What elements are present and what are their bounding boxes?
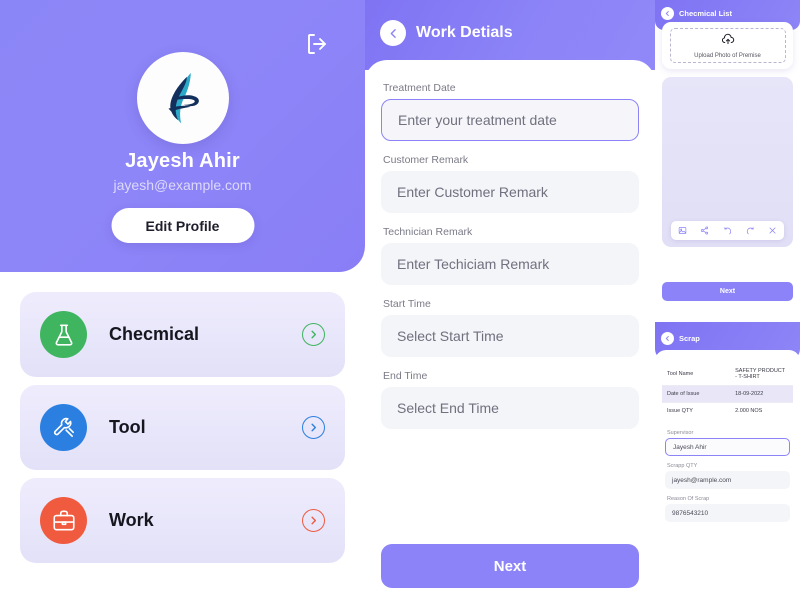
field-label: End Time [383,370,428,382]
menu-item-label: Checmical [109,324,200,344]
wrench-icon [40,404,87,451]
page-title: Jayesh Ahir [125,150,240,172]
arrow-left-icon[interactable] [661,332,674,345]
header-bar: Checmical List [661,7,732,20]
field-start-time: Start Time Select Start Time [381,298,639,357]
chevron-right-icon[interactable] [302,416,325,439]
customer-remark-input[interactable]: Enter Customer Remark [381,171,639,213]
avatar [136,52,229,144]
header-bar: Scrap [661,332,700,345]
field-label: Scrapp QTY [667,463,698,469]
table-cell-key: Date of Issue [662,385,731,403]
brand-logo-avatar-icon [167,72,199,124]
menu-item-label: Tool [109,417,146,437]
close-icon[interactable] [768,222,777,240]
table-cell-value: 2.000 NOS [730,402,793,419]
field-end-time: End Time Select End Time [381,370,639,429]
upload-photo-label: Upload Photo of Premise [694,53,761,59]
logout-icon[interactable] [305,32,329,56]
field-label: Reason Of Scrap [667,496,710,502]
app-root: Jayesh Ahir jayesh@example.com Edit Prof… [0,0,800,600]
upload-photo-dropzone[interactable]: Upload Photo of Premise [669,28,786,63]
field-technician-remark: Technician Remark Enter Techiciam Remark [381,226,639,285]
scrap-info-table: Tool Name SAFETY PRODUCT - T-SHIRT Date … [661,362,794,420]
arrow-left-icon[interactable] [661,7,674,20]
technician-remark-input[interactable]: Enter Techiciam Remark [381,243,639,285]
table-cell-key: Tool Name [667,371,694,377]
profile-screen: Jayesh Ahir jayesh@example.com Edit Prof… [0,0,365,600]
reason-of-scrap-input[interactable]: 9876543210 [665,504,790,522]
field-label: Customer Remark [383,154,469,166]
scrap-form: Supervisor Jayesh Ahir Scrapp QTY jayesh… [661,430,794,522]
menu-item-label: Work [109,510,154,530]
end-time-input[interactable]: Select End Time [381,387,639,429]
work-details-screen: Work Detials Treatment Date Enter your t… [365,0,655,600]
profile-menu-list: Checmical Tool Work [20,292,345,571]
briefcase-icon [40,497,87,544]
scrap-body: Tool Name SAFETY PRODUCT - T-SHIRT Date … [655,350,800,600]
field-label: Technician Remark [383,226,473,238]
menu-item-tool[interactable]: Tool [20,385,345,470]
upload-card: Upload Photo of Premise [662,22,793,69]
scrapp-qty-input[interactable]: jayesh@rample.com [665,471,790,489]
table-row: Issue QTY 2.000 NOS [662,402,793,419]
image-edit-toolbar [671,221,784,240]
table-row: Tool Name SAFETY PRODUCT - T-SHIRT [662,363,793,386]
table-cell-value: 18-09-2022 [730,385,793,403]
menu-item-chemical[interactable]: Checmical [20,292,345,377]
profile-email: jayesh@example.com [113,177,252,193]
field-treatment-date: Treatment Date Enter your treatment date [381,82,639,141]
work-next-button[interactable]: Next [381,544,639,588]
menu-item-work[interactable]: Work [20,478,345,563]
scrap-title: Scrap [679,334,700,343]
profile-header: Jayesh Ahir jayesh@example.com Edit Prof… [0,0,365,272]
arrow-left-icon[interactable] [380,20,406,46]
field-scrapp-qty: Scrapp QTY jayesh@rample.com [665,463,790,489]
right-panel-stack: Checmical List Upload Photo of Premise N… [655,0,800,600]
scrap-screen: Scrap Tool Name SAFETY PRODUCT - T-SHIRT… [655,322,800,600]
supervisor-input[interactable]: Jayesh Ahir [665,438,790,456]
photo-preview-area[interactable] [662,77,793,247]
start-time-input[interactable]: Select Start Time [381,315,639,357]
edit-profile-button[interactable]: Edit Profile [111,208,254,243]
table-row: Date of Issue 18-09-2022 [662,385,793,403]
work-details-form: Treatment Date Enter your treatment date… [365,60,655,600]
field-customer-remark: Customer Remark Enter Customer Remark [381,154,639,213]
chemical-next-button[interactable]: Next [662,282,793,301]
field-supervisor: Supervisor Jayesh Ahir [665,430,790,456]
undo-icon[interactable] [723,222,732,240]
work-details-title: Work Detials [416,24,513,41]
field-label: Treatment Date [383,82,456,94]
image-icon[interactable] [678,222,687,240]
field-label: Supervisor [667,430,694,436]
chemical-list-title: Checmical List [679,9,732,18]
share-icon[interactable] [700,222,709,240]
table-cell-value: SAFETY PRODUCT - T-SHIRT [735,368,786,380]
header-bar: Work Detials [380,20,513,46]
table-cell-key: Issue QTY [662,402,731,419]
chevron-right-icon[interactable] [302,509,325,532]
redo-icon[interactable] [746,222,755,240]
chevron-right-icon[interactable] [302,323,325,346]
chemical-list-screen: Checmical List Upload Photo of Premise N… [655,0,800,310]
field-reason-of-scrap: Reason Of Scrap 9876543210 [665,496,790,522]
field-label: Start Time [383,298,431,310]
treatment-date-input[interactable]: Enter your treatment date [381,99,639,141]
flask-icon [40,311,87,358]
cloud-upload-icon [721,32,735,51]
